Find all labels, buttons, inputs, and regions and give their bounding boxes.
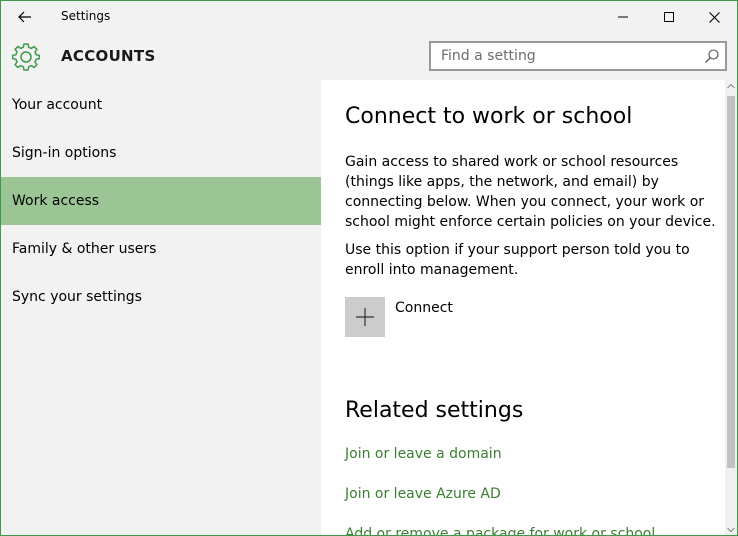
title-bar: Settings <box>1 1 737 33</box>
scrollbar[interactable] <box>725 80 737 535</box>
close-button[interactable] <box>691 1 737 33</box>
back-arrow-icon <box>18 11 31 23</box>
sidebar-item-sign-in-options[interactable]: Sign-in options <box>1 129 321 177</box>
sidebar: Your account Sign-in options Work access… <box>1 80 321 535</box>
search-input[interactable] <box>431 43 693 69</box>
back-button[interactable] <box>9 5 41 29</box>
sidebar-item-family-other-users[interactable]: Family & other users <box>1 225 321 273</box>
minimize-button[interactable] <box>600 1 646 33</box>
scroll-up-icon[interactable] <box>727 83 735 89</box>
settings-window: Settings ACCOUNTS Find a setting Your ac… <box>0 0 738 536</box>
sidebar-item-sync-settings[interactable]: Sync your settings <box>1 273 321 321</box>
search-box[interactable] <box>429 41 727 71</box>
sidebar-item-work-access[interactable]: Work access <box>1 177 321 225</box>
sidebar-item-your-account[interactable]: Your account <box>1 81 321 129</box>
maximize-icon <box>664 12 674 22</box>
page-title: Connect to work or school <box>345 104 633 129</box>
search-icon[interactable] <box>704 48 720 64</box>
app-title: Settings <box>61 9 111 23</box>
plus-icon <box>356 308 374 326</box>
header: ACCOUNTS <box>1 33 737 80</box>
join-leave-domain-link[interactable]: Join or leave a domain <box>345 446 502 462</box>
join-leave-azure-ad-link[interactable]: Join or leave Azure AD <box>345 486 501 502</box>
scroll-down-icon[interactable] <box>727 527 735 533</box>
maximize-button[interactable] <box>646 1 692 33</box>
related-settings-title: Related settings <box>345 398 524 423</box>
main-content: Connect to work or school Gain access to… <box>321 80 725 535</box>
connect-label[interactable]: Connect <box>395 300 453 316</box>
section-title: ACCOUNTS <box>61 47 156 65</box>
close-icon <box>708 11 720 23</box>
gear-icon <box>12 43 40 71</box>
connect-button[interactable]: Connect <box>345 297 453 337</box>
enroll-hint-text: Use this option if your support person t… <box>345 242 690 278</box>
scroll-thumb[interactable] <box>727 96 735 468</box>
minimize-icon <box>618 16 628 18</box>
description-text: Gain access to shared work or school res… <box>345 154 716 230</box>
add-remove-package-link[interactable]: Add or remove a package for work or scho… <box>345 526 655 535</box>
connect-tile[interactable] <box>345 297 385 337</box>
